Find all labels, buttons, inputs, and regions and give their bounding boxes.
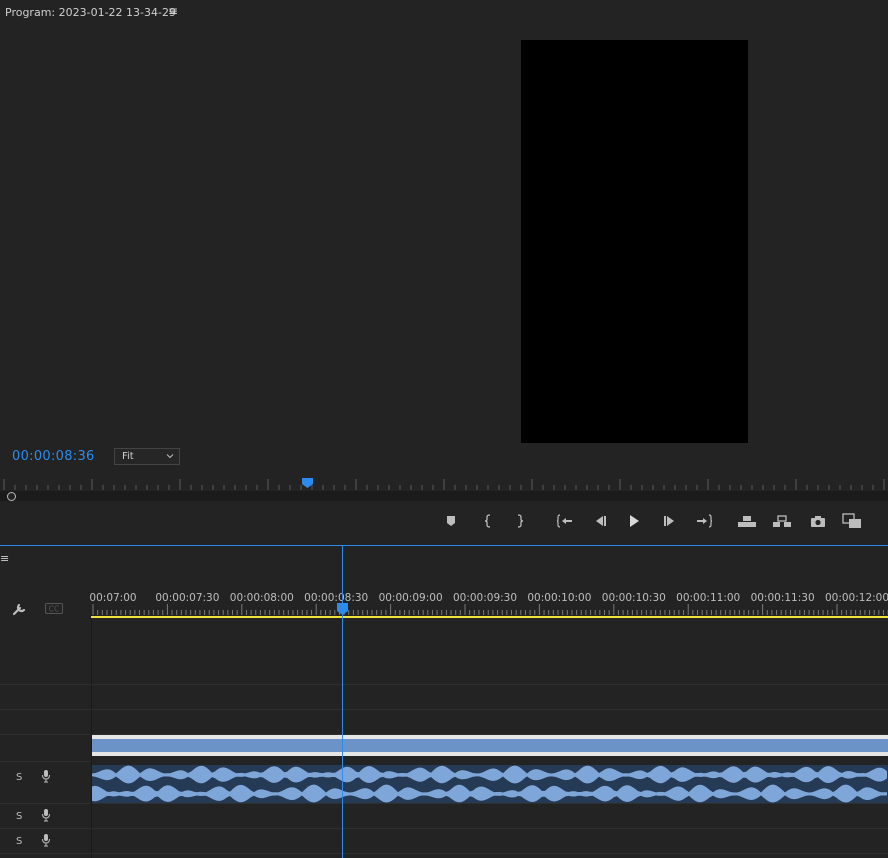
microphone-icon[interactable] <box>40 769 52 783</box>
track-divider <box>92 803 888 804</box>
step-back-button[interactable] <box>589 510 611 532</box>
zoom-level-value: Fit <box>122 451 134 462</box>
zoom-scrollbar-handle[interactable] <box>7 492 16 501</box>
monitor-zoom-scrollbar[interactable] <box>0 491 888 501</box>
video-clip[interactable] <box>92 735 888 756</box>
export-frame-button[interactable] <box>807 510 829 532</box>
playhead-line[interactable] <box>342 546 343 858</box>
go-to-in-icon <box>556 514 572 528</box>
go-to-out-icon <box>697 514 713 528</box>
ruler-time-label: 00:00:09:30 <box>452 592 518 604</box>
ruler-time-label: 00:00:10:00 <box>527 592 592 604</box>
track-divider <box>92 853 888 854</box>
monitor-playhead[interactable] <box>302 478 313 488</box>
play-button[interactable] <box>623 510 645 532</box>
video-preview <box>521 40 748 443</box>
program-monitor-title[interactable]: Program: 2023-01-22 13-34-29 <box>5 6 176 19</box>
step-back-icon <box>596 516 606 526</box>
ruler-time-label: 00:00:07:30 <box>155 592 220 604</box>
add-marker-button[interactable] <box>440 510 462 532</box>
mark-out-button[interactable] <box>509 510 531 532</box>
track-divider <box>92 709 888 710</box>
track-divider <box>0 734 91 735</box>
svg-text:CC: CC <box>49 605 59 614</box>
compare-view-button[interactable] <box>841 510 863 532</box>
playhead-timecode[interactable]: 00:00:08:36 <box>12 449 95 464</box>
lift-button[interactable] <box>736 510 758 532</box>
audio-clip[interactable] <box>92 765 888 803</box>
microphone-icon[interactable] <box>40 808 52 822</box>
wrench-icon[interactable] <box>12 601 28 617</box>
track-divider <box>0 803 91 804</box>
camera-icon <box>811 515 825 527</box>
track-divider <box>0 828 91 829</box>
track-divider <box>0 709 91 710</box>
track-divider <box>92 828 888 829</box>
solo-track-button[interactable]: S <box>16 772 22 783</box>
playhead-handle[interactable] <box>337 603 348 615</box>
track-divider <box>0 853 91 854</box>
timeline-panel: ≡ CC 00:07:00 00:00:07:30 00:00:08:00 00:00… <box>0 545 888 858</box>
solo-track-button[interactable]: S <box>16 836 22 847</box>
chevron-down-icon <box>166 454 174 459</box>
panel-menu-icon[interactable]: ≡ <box>168 4 178 18</box>
play-icon <box>630 515 639 527</box>
mark-in-button[interactable] <box>477 510 499 532</box>
step-forward-button[interactable] <box>659 510 681 532</box>
solo-track-button[interactable]: S <box>16 811 22 822</box>
audio-waveform <box>92 765 887 803</box>
ruler-time-label: 00:07:00 <box>89 592 137 604</box>
lift-icon <box>738 516 756 527</box>
ruler-time-label: 00:00:11:00 <box>676 592 741 604</box>
waveform-channel <box>92 784 887 803</box>
track-area[interactable] <box>92 618 888 858</box>
track-divider <box>92 684 888 685</box>
step-forward-icon <box>664 516 674 526</box>
microphone-icon[interactable] <box>40 833 52 847</box>
ruler-time-label: 00:00:10:30 <box>601 592 666 604</box>
go-to-out-button[interactable] <box>693 510 715 532</box>
transport-controls <box>440 510 880 532</box>
ruler-time-label: 00:00:12:00 <box>824 592 888 604</box>
mark-out-icon <box>517 514 524 528</box>
mark-in-icon <box>484 514 491 528</box>
timeline-time-ruler[interactable]: 00:07:00 00:00:07:30 00:00:08:00 00:00:08:3… <box>89 588 888 618</box>
ruler-time-label: 00:00:09:00 <box>378 592 443 604</box>
track-divider <box>0 761 91 762</box>
ruler-time-label: 00:00:11:30 <box>750 592 815 604</box>
waveform-channel <box>92 765 887 784</box>
panel-menu-icon[interactable]: ≡ <box>0 552 9 565</box>
monitor-time-ruler[interactable] <box>0 476 888 492</box>
zoom-level-select[interactable]: Fit <box>114 448 180 465</box>
track-headers: S S S <box>0 618 92 858</box>
program-monitor-panel: Program: 2023-01-22 13-34-29 ≡ 00:00:08:… <box>0 0 888 544</box>
extract-icon <box>773 515 791 527</box>
marker-icon <box>447 516 455 526</box>
track-divider <box>0 684 91 685</box>
captions-icon[interactable]: CC <box>45 603 63 614</box>
go-to-in-button[interactable] <box>554 510 576 532</box>
ruler-time-label: 00:00:08:00 <box>229 592 294 604</box>
compare-icon <box>842 513 861 528</box>
extract-button[interactable] <box>771 510 793 532</box>
